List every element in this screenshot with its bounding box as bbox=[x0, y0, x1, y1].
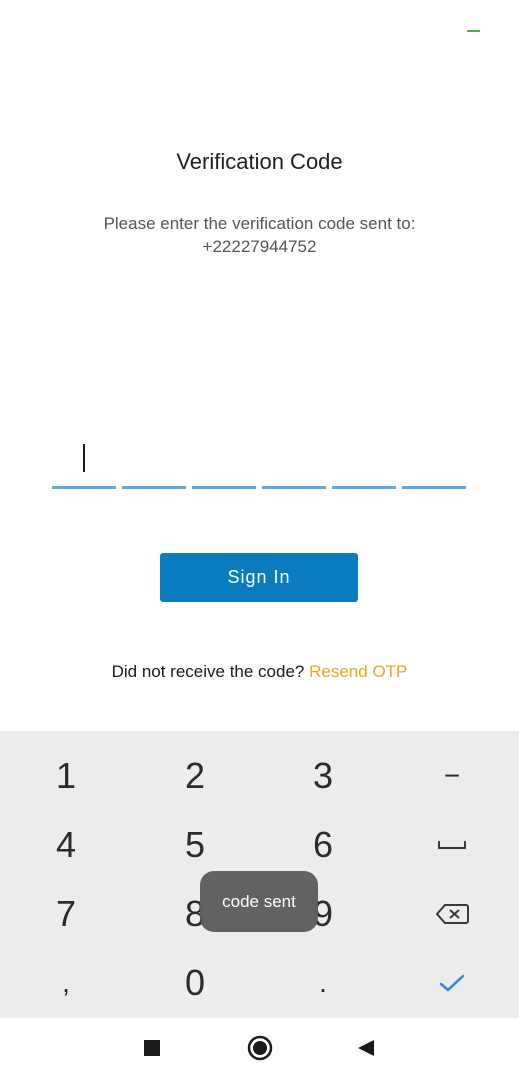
system-navigation-bar bbox=[0, 1018, 519, 1080]
key-backspace[interactable] bbox=[412, 884, 492, 944]
resend-prompt: Did not receive the code? bbox=[111, 662, 305, 681]
text-cursor bbox=[83, 444, 85, 472]
otp-input[interactable] bbox=[52, 440, 466, 490]
otp-digit-4[interactable] bbox=[262, 486, 326, 489]
phone-number: +22227944752 bbox=[202, 237, 317, 256]
triangle-back-icon bbox=[358, 1040, 374, 1056]
key-6[interactable]: 6 bbox=[283, 815, 363, 875]
instruction-text: Please enter the verification code sent … bbox=[0, 212, 519, 258]
key-1[interactable]: 1 bbox=[26, 746, 106, 806]
back-button[interactable] bbox=[350, 1032, 382, 1064]
sign-in-button[interactable]: Sign In bbox=[160, 553, 358, 602]
otp-digit-1[interactable] bbox=[52, 486, 116, 489]
page-title: Verification Code bbox=[176, 149, 343, 174]
status-indicator bbox=[467, 30, 480, 32]
key-comma[interactable]: , bbox=[26, 953, 106, 1013]
resend-otp-link[interactable]: Resend OTP bbox=[309, 662, 407, 681]
key-5[interactable]: 5 bbox=[155, 815, 235, 875]
key-2[interactable]: 2 bbox=[155, 746, 235, 806]
key-minus[interactable]: − bbox=[412, 746, 492, 806]
square-icon bbox=[144, 1040, 160, 1056]
key-period[interactable]: . bbox=[283, 953, 363, 1013]
recents-button[interactable] bbox=[136, 1032, 168, 1064]
key-space[interactable] bbox=[412, 815, 492, 875]
resend-row: Did not receive the code? Resend OTP bbox=[0, 662, 519, 682]
circle-icon bbox=[247, 1035, 273, 1061]
key-done[interactable] bbox=[412, 953, 492, 1013]
otp-digit-5[interactable] bbox=[332, 486, 396, 489]
otp-digit-3[interactable] bbox=[192, 486, 256, 489]
key-3[interactable]: 3 bbox=[283, 746, 363, 806]
backspace-icon bbox=[435, 904, 469, 924]
toast-message: code sent bbox=[200, 871, 318, 932]
otp-digit-6[interactable] bbox=[402, 486, 466, 489]
key-0[interactable]: 0 bbox=[155, 953, 235, 1013]
key-4[interactable]: 4 bbox=[26, 815, 106, 875]
otp-digit-2[interactable] bbox=[122, 486, 186, 489]
check-icon bbox=[439, 974, 465, 992]
instruction-line: Please enter the verification code sent … bbox=[103, 214, 416, 233]
key-7[interactable]: 7 bbox=[26, 884, 106, 944]
home-button[interactable] bbox=[244, 1032, 276, 1064]
space-icon bbox=[438, 841, 466, 849]
